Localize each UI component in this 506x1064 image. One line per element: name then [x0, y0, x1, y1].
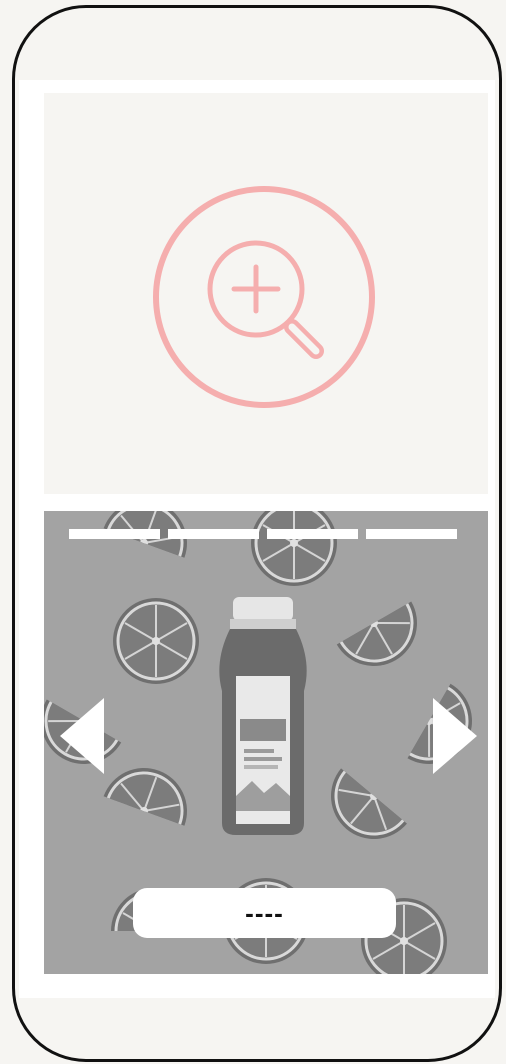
chevron-left-icon[interactable] — [58, 696, 108, 776]
progress-segment — [168, 529, 259, 539]
zoom-in-magnifier-icon[interactable] — [152, 185, 376, 409]
zoom-panel[interactable] — [44, 93, 488, 494]
progress-segment — [267, 529, 358, 539]
phone-frame: ---- — [12, 5, 502, 1062]
image-gallery[interactable]: ---- — [44, 511, 488, 974]
chevron-right-icon[interactable] — [429, 696, 479, 776]
gallery-progress — [69, 529, 457, 539]
progress-segment — [366, 529, 457, 539]
progress-segment — [69, 529, 160, 539]
caption-button[interactable]: ---- — [133, 888, 396, 938]
screen: ---- — [19, 80, 495, 998]
